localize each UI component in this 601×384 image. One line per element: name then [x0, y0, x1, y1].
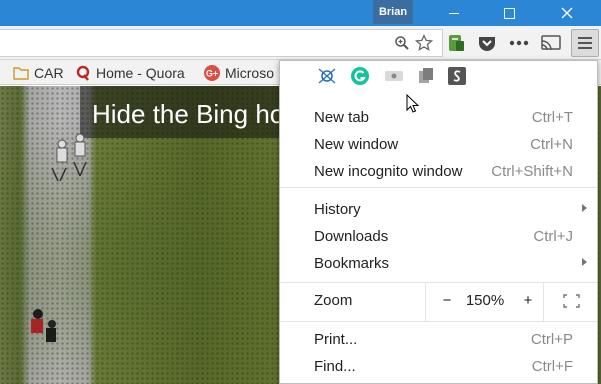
zoom-level: 150%: [465, 292, 505, 309]
evernote-icon[interactable]: [446, 30, 466, 56]
svg-text:G+: G+: [206, 68, 218, 78]
zoom-icon[interactable]: [393, 30, 411, 56]
bookmark-car[interactable]: CAR: [13, 60, 64, 85]
docs-icon[interactable]: [416, 66, 436, 86]
bookmark-label: CAR: [34, 64, 64, 81]
more-dots-icon[interactable]: [508, 30, 530, 56]
scribd-icon[interactable]: [447, 66, 467, 86]
menu-item-shortcut: Ctrl+J: [533, 227, 573, 245]
chrome-menu: New tab Ctrl+T New window Ctrl+N New inc…: [279, 60, 598, 384]
menu-item-label: Bookmarks: [314, 254, 390, 272]
menu-item-shortcut: Ctrl+T: [531, 108, 573, 126]
vpn-icon[interactable]: [384, 66, 404, 86]
menu-item-label: Find...: [314, 357, 356, 375]
menu-item-label: History: [314, 200, 361, 218]
cast-icon[interactable]: [540, 30, 562, 56]
network-icon[interactable]: [317, 66, 337, 86]
address-bar[interactable]: [0, 29, 443, 57]
menu-item-find[interactable]: Find... Ctrl+F: [314, 355, 573, 377]
title-bar: Brian: [0, 0, 601, 26]
folder-icon: [13, 65, 29, 81]
page-headline: Hide the Bing ho: [92, 99, 285, 129]
zoom-in-button[interactable]: +: [521, 292, 535, 309]
chrome-menu-button[interactable]: [571, 29, 599, 57]
menu-item-label: Print...: [314, 330, 358, 348]
bookmark-quora[interactable]: Home - Quora: [75, 60, 185, 85]
aerial-photo-figures: [31, 133, 87, 342]
close-icon: [561, 7, 573, 19]
grammarly-icon[interactable]: [350, 66, 370, 86]
bookmark-label: Microso: [225, 64, 275, 81]
pocket-icon[interactable]: [477, 30, 497, 56]
submenu-arrow-icon: [582, 258, 587, 266]
menu-item-shortcut: Ctrl+N: [530, 135, 573, 153]
quora-icon: [75, 65, 91, 81]
mouse-cursor-icon: [406, 94, 420, 113]
menu-icon: [578, 37, 592, 39]
bookmark-microsoft[interactable]: G+ Microso: [204, 60, 274, 85]
menu-item-shortcut: Ctrl+P: [530, 330, 573, 348]
zoom-out-button[interactable]: −: [440, 292, 454, 309]
menu-item-label: New tab: [314, 108, 370, 126]
browser-toolbar: [0, 26, 601, 60]
zoom-controls: − 150% +: [425, 283, 544, 321]
menu-separator: [280, 187, 597, 188]
menu-item-new-tab[interactable]: New tab Ctrl+T: [314, 106, 573, 128]
close-button[interactable]: [545, 0, 589, 26]
menu-item-downloads[interactable]: Downloads Ctrl+J: [314, 225, 573, 247]
extensions-row: [280, 61, 597, 97]
menu-item-new-window[interactable]: New window Ctrl+N: [314, 133, 573, 155]
menu-item-label: New window: [314, 135, 399, 153]
bookmark-label: Home - Quora: [96, 64, 185, 81]
fullscreen-icon[interactable]: [563, 294, 580, 308]
minimize-button[interactable]: [432, 0, 476, 26]
menu-item-shortcut: Ctrl+F: [531, 357, 573, 375]
menu-separator: [280, 321, 597, 322]
zoom-label: Zoom: [314, 292, 353, 309]
google-plus-icon: G+: [204, 64, 220, 81]
menu-item-new-incognito-window[interactable]: New incognito window Ctrl+Shift+N: [314, 160, 573, 182]
menu-item-history[interactable]: History: [314, 198, 573, 220]
menu-item-print[interactable]: Print... Ctrl+P: [314, 328, 573, 350]
menu-item-label: Downloads: [314, 227, 389, 245]
menu-item-shortcut: Ctrl+Shift+N: [491, 162, 573, 180]
maximize-button[interactable]: [487, 0, 531, 26]
bookmark-star-icon[interactable]: [414, 30, 434, 56]
menu-item-label: New incognito window: [314, 162, 463, 180]
zoom-row: Zoom − 150% +: [280, 283, 597, 321]
menu-item-bookmarks[interactable]: Bookmarks: [314, 252, 573, 274]
profile-button[interactable]: Brian: [373, 0, 413, 24]
submenu-arrow-icon: [582, 204, 587, 212]
